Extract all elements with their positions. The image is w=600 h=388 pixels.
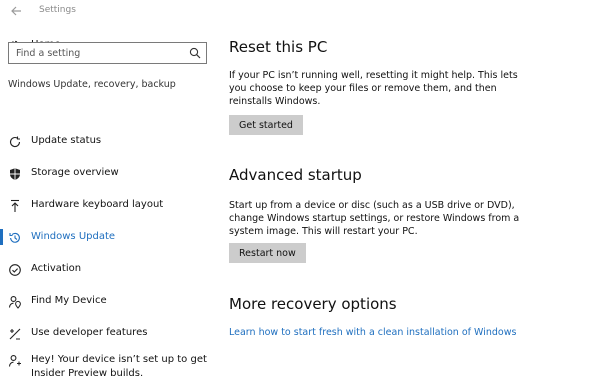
- upload-arrow-icon: [8, 199, 22, 213]
- shield-icon: [8, 167, 22, 181]
- back-arrow-icon[interactable]: [9, 4, 23, 18]
- refresh-icon: [8, 135, 22, 149]
- checkmark-circle-icon: [8, 263, 22, 277]
- sidebar-item-label: Hey! Your device isn’t set up to get Ins…: [31, 354, 207, 379]
- sidebar-item-label: Storage overview: [31, 167, 119, 178]
- advanced-startup-description: Start up from a device or disc (such as …: [229, 200, 520, 237]
- search-input[interactable]: [9, 43, 189, 63]
- more-recovery-options-title: More recovery options: [229, 295, 397, 313]
- title-bar: Settings: [0, 0, 600, 24]
- search-icon[interactable]: [189, 47, 201, 59]
- sidebar-item-developer-features[interactable]: Use developer features: [0, 322, 215, 346]
- sidebar-item-label: Hardware keyboard layout: [31, 199, 164, 210]
- history-clock-icon: [8, 231, 22, 245]
- section-heading: Windows Update, recovery, backup: [8, 79, 176, 90]
- reset-pc-description: If your PC isn’t running well, resetting…: [229, 70, 518, 107]
- restart-now-button[interactable]: Restart now: [229, 243, 306, 263]
- sidebar-item-insider-preview[interactable]: Hey! Your device isn’t set up to get Ins…: [0, 350, 215, 388]
- search-field[interactable]: [8, 42, 207, 64]
- sidebar-item-label: Activation: [31, 263, 82, 274]
- reset-pc-title: Reset this PC: [229, 38, 328, 56]
- sidebar-item-hardware-keyboard-layout[interactable]: Hardware keyboard layout: [0, 194, 215, 218]
- sidebar-item-label: Windows Update: [31, 231, 116, 242]
- sidebar-item-windows-update[interactable]: Windows Update: [0, 226, 215, 250]
- advanced-startup-title: Advanced startup: [229, 166, 362, 184]
- sidebar-item-label: Use developer features: [31, 327, 148, 338]
- app-title: Settings: [39, 5, 76, 15]
- sidebar-item-find-my-device[interactable]: Find My Device: [0, 290, 215, 314]
- get-started-button[interactable]: Get started: [229, 115, 303, 135]
- sidebar-item-label: Update status: [31, 135, 102, 146]
- clean-install-link[interactable]: Learn how to start fresh with a clean in…: [229, 327, 516, 338]
- sidebar-item-update-status[interactable]: Update status: [0, 130, 215, 154]
- person-location-icon: [8, 295, 22, 309]
- insider-person-icon: [8, 354, 22, 368]
- active-indicator: [0, 229, 3, 245]
- sidebar-item-storage-overview[interactable]: Storage overview: [0, 162, 215, 186]
- sidebar-item-label: Find My Device: [31, 295, 107, 306]
- main-content: Reset this PC If your PC isn’t running w…: [229, 24, 600, 388]
- sidebar-item-activation[interactable]: Activation: [0, 258, 215, 282]
- developer-tools-icon: [8, 327, 22, 341]
